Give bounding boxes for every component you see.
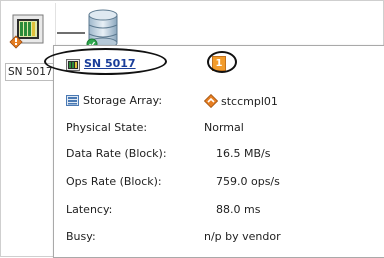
tooltip-header: SN 5017 1 xyxy=(44,46,384,78)
link-line xyxy=(57,32,85,34)
switch-node-icon[interactable] xyxy=(9,11,47,51)
storage-array-value-text: stccmpl01 xyxy=(221,95,278,108)
highlight-ellipse-badge xyxy=(207,51,237,73)
storage-array-label: Storage Array: xyxy=(66,94,162,107)
ops-rate-label: Ops Rate (Block): xyxy=(66,175,162,188)
storage-array-value[interactable]: stccmpl01 xyxy=(203,93,278,109)
highlight-ellipse-title xyxy=(44,48,167,75)
physical-state-label: Physical State: xyxy=(66,121,148,134)
latency-value: 88.0 ms xyxy=(216,203,261,216)
storage-array-label-text: Storage Array: xyxy=(83,94,163,107)
latency-label: Latency: xyxy=(66,203,113,216)
ops-rate-value: 759.0 ops/s xyxy=(216,175,280,188)
data-rate-label: Data Rate (Block): xyxy=(66,147,167,160)
data-rate-value: 16.5 MB/s xyxy=(216,147,271,160)
storage-array-small-icon xyxy=(66,95,79,106)
warning-diamond-icon xyxy=(203,93,219,109)
node-tooltip: SN 5017 1 Storage Array: stccmpl01 Physi… xyxy=(44,45,384,258)
busy-value: n/p by vendor xyxy=(204,230,281,243)
physical-state-value: Normal xyxy=(204,121,244,134)
topology-view: SN 5017 SN 5017 1 Storage Array: stccmpl… xyxy=(0,0,384,258)
busy-label: Busy: xyxy=(66,230,96,243)
